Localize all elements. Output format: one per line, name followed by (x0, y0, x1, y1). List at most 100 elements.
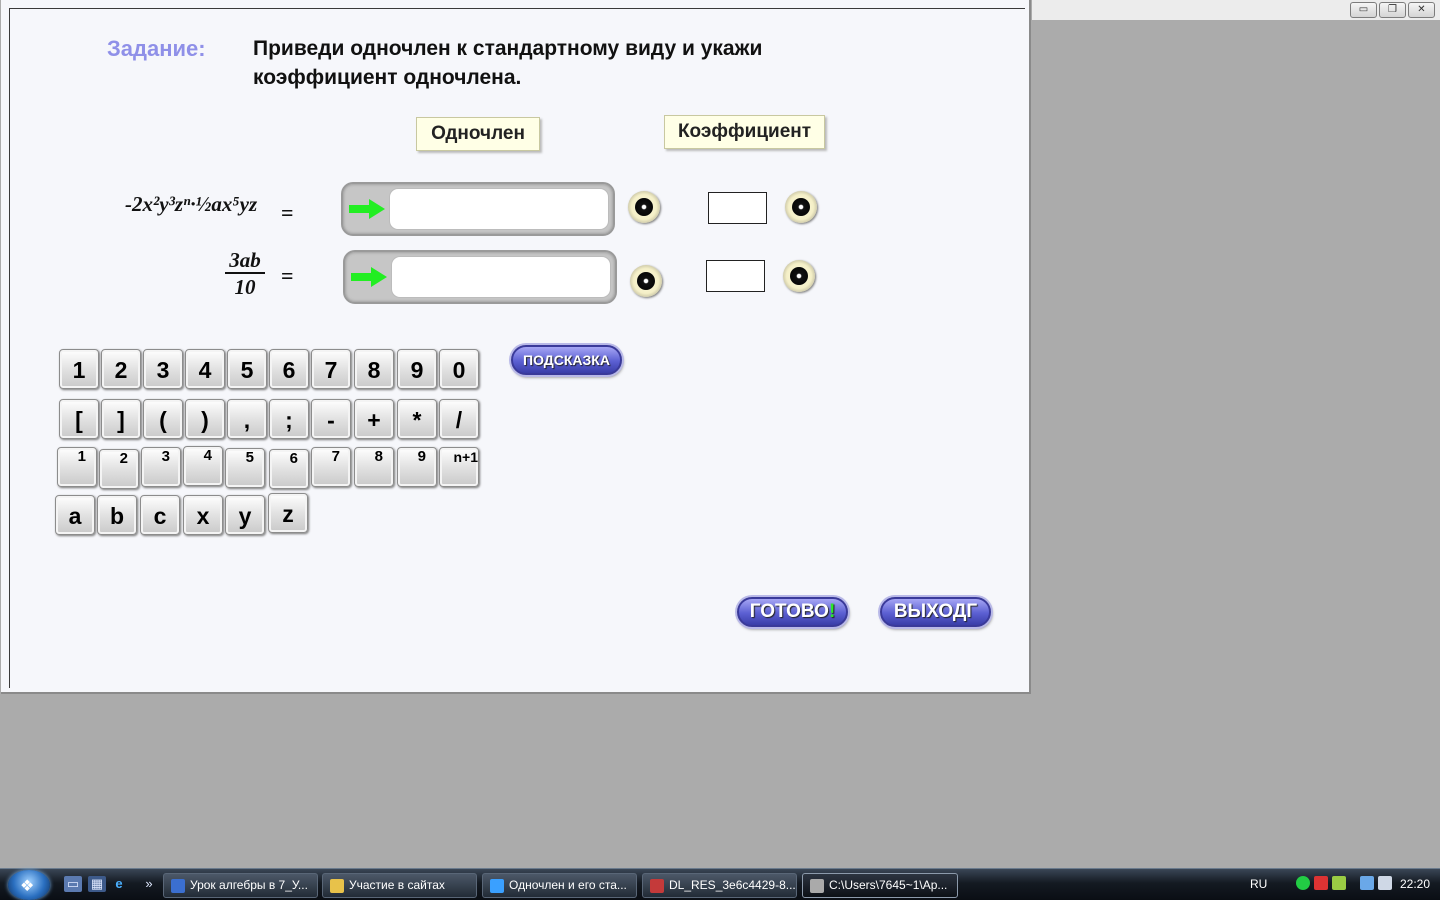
archive-icon (650, 879, 664, 893)
check-monomial-2-button[interactable] (630, 265, 662, 297)
fraction-denominator: 10 (234, 275, 256, 299)
tray-app-icon[interactable] (1332, 876, 1346, 890)
check-coefficient-1-button[interactable] (785, 191, 817, 223)
word-icon (171, 879, 185, 893)
key-symbol[interactable]: + (354, 399, 394, 439)
key-power[interactable]: 4 (183, 446, 223, 486)
restore-icon[interactable]: ❐ (1379, 2, 1406, 18)
key-power[interactable]: 8 (354, 447, 394, 487)
hint-button[interactable]: ПОДСКАЗКА (511, 345, 622, 375)
key-letter[interactable]: x (183, 495, 223, 535)
ie-icon[interactable]: e (110, 876, 128, 892)
key-digit[interactable]: 0 (439, 349, 479, 389)
language-indicator[interactable]: RU (1250, 877, 1267, 891)
key-symbol[interactable]: ( (143, 399, 183, 439)
clock[interactable]: 22:20 (1400, 877, 1430, 891)
monomial-header: Одночлен (416, 117, 540, 151)
show-desktop-icon[interactable]: ▭ (64, 876, 82, 892)
key-power[interactable]: 1 (57, 447, 97, 487)
minimize-icon[interactable]: ▭ (1350, 2, 1377, 18)
ie-icon (490, 879, 504, 893)
exit-button[interactable]: ВЫХОДГ (880, 597, 991, 627)
divider (9, 8, 10, 688)
volume-icon[interactable] (1378, 876, 1392, 890)
taskbar-item[interactable]: Урок алгебры в 7_У... (163, 873, 318, 898)
equals-sign: = (281, 200, 294, 225)
key-power[interactable]: 6 (269, 449, 309, 489)
close-icon[interactable]: ✕ (1408, 2, 1435, 18)
key-symbol[interactable]: - (311, 399, 351, 439)
key-digit[interactable]: 7 (311, 349, 351, 389)
key-letter[interactable]: b (97, 495, 137, 535)
start-button[interactable]: ❖ (8, 870, 50, 900)
folder-icon (330, 879, 344, 893)
monomial-answer-2 (343, 250, 617, 304)
exit-label: ВЫХОД (893, 601, 967, 622)
monomial-input-2[interactable] (391, 256, 611, 298)
exit-mark: Г (966, 601, 978, 622)
key-symbol[interactable]: ) (185, 399, 225, 439)
switch-windows-icon[interactable]: ▦ (88, 876, 106, 892)
done-button[interactable]: ГОТОВО! (737, 597, 848, 627)
window-controls: ▭ ❐ ✕ (1350, 2, 1435, 18)
check-coefficient-2-button[interactable] (783, 260, 815, 292)
taskbar-item[interactable]: DL_RES_3e6c4429-8... (642, 873, 797, 898)
equals-sign: = (281, 263, 294, 288)
network-icon[interactable] (1360, 876, 1374, 890)
key-power[interactable]: 2 (99, 449, 139, 489)
key-power[interactable]: 7 (311, 447, 351, 487)
key-digit[interactable]: 4 (185, 349, 225, 389)
coefficient-header: Коэффициент (664, 115, 825, 149)
taskbar-item-label: C:\Users\7645~1\Ap... (829, 878, 948, 892)
coefficient-input-1[interactable] (708, 192, 767, 224)
divider (9, 8, 1025, 9)
key-power[interactable]: 9 (397, 447, 437, 487)
flash-player-icon (810, 879, 824, 893)
task-label: Задание: (107, 36, 206, 61)
flash-stage: Задание: Приведи одночлен к стандартному… (1, 0, 1031, 694)
key-letter[interactable]: a (55, 495, 95, 535)
task-text: Приведи одночлен к стандартному виду и у… (253, 37, 763, 89)
key-letter[interactable]: y (225, 495, 265, 535)
key-digit[interactable]: 3 (143, 349, 183, 389)
key-symbol[interactable]: , (227, 399, 267, 439)
coefficient-input-2[interactable] (706, 260, 765, 292)
fraction-numerator: 3ab (225, 248, 265, 274)
key-digit[interactable]: 2 (101, 349, 141, 389)
key-letter[interactable]: c (140, 495, 180, 535)
taskbar-item-label: Урок алгебры в 7_У... (190, 878, 308, 892)
key-power[interactable]: n+1 (439, 447, 479, 487)
taskbar-item[interactable]: Участие в сайтах (322, 873, 477, 898)
monomial-expression-1: -2x²y³zⁿ·½ax⁵yz (125, 192, 258, 216)
check-monomial-1-button[interactable] (628, 191, 660, 223)
key-digit[interactable]: 6 (269, 349, 309, 389)
monomial-answer-1 (341, 182, 615, 236)
key-power[interactable]: 3 (141, 447, 181, 487)
taskbar-item-label: Одночлен и его ста... (509, 878, 627, 892)
taskbar-item[interactable]: C:\Users\7645~1\Ap... (802, 873, 958, 898)
arrow-icon (349, 199, 385, 219)
arrow-icon (351, 267, 387, 287)
key-symbol[interactable]: * (397, 399, 437, 439)
chevron-right-icon[interactable]: » (140, 876, 158, 892)
security-alert-icon[interactable] (1314, 876, 1328, 890)
key-letter[interactable]: z (268, 493, 308, 533)
taskbar-item[interactable]: Одночлен и его ста... (482, 873, 637, 898)
key-power[interactable]: 5 (225, 448, 265, 488)
key-digit[interactable]: 1 (59, 349, 99, 389)
network-status-icon[interactable] (1296, 876, 1310, 890)
done-label: ГОТОВО (749, 601, 829, 622)
monomial-input-1[interactable] (389, 188, 609, 230)
taskbar-item-label: Участие в сайтах (349, 878, 445, 892)
key-symbol[interactable]: ; (269, 399, 309, 439)
done-mark: ! (828, 601, 836, 622)
key-digit[interactable]: 8 (354, 349, 394, 389)
monomial-expression-2: 3ab 10 (225, 248, 265, 300)
windows-logo-icon: ❖ (20, 878, 35, 895)
key-symbol[interactable]: ] (101, 399, 141, 439)
key-symbol[interactable]: / (439, 399, 479, 439)
key-digit[interactable]: 9 (397, 349, 437, 389)
key-symbol[interactable]: [ (59, 399, 99, 439)
taskbar-item-label: DL_RES_3e6c4429-8... (669, 878, 796, 892)
key-digit[interactable]: 5 (227, 349, 267, 389)
